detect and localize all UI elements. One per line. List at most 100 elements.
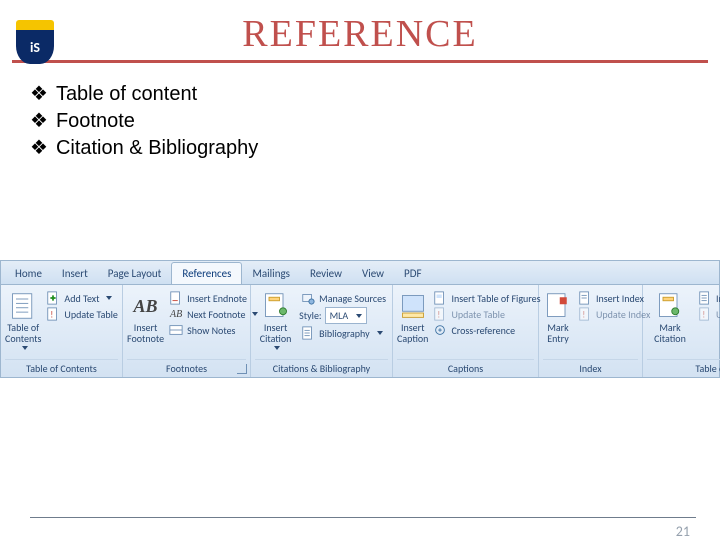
next-footnote-button[interactable]: AB Next Footnote <box>167 307 260 321</box>
ribbon-screenshot: Home Insert Page Layout References Maili… <box>0 260 720 378</box>
button-label: Show Notes <box>187 324 235 337</box>
refresh-icon: ! <box>698 307 712 321</box>
ribbon: Table of Contents Add Text ! <box>0 284 720 378</box>
button-label: Insert Index <box>596 292 644 305</box>
bibliography-button[interactable]: Bibliography <box>299 326 388 340</box>
list-item: ❖ Footnote <box>30 108 720 133</box>
list-item: ❖ Citation & Bibliography <box>30 135 720 160</box>
svg-text:!: ! <box>702 311 705 321</box>
tab-home[interactable]: Home <box>5 263 52 284</box>
button-label: Next Footnote <box>187 308 245 321</box>
update-toa-button[interactable]: ! Update Table <box>696 307 720 321</box>
cross-reference-button[interactable]: Cross-reference <box>431 323 542 337</box>
update-table-button[interactable]: ! Update Table <box>44 307 120 321</box>
button-label: Mark Entry <box>547 323 568 344</box>
button-label: Mark Citation <box>654 323 686 344</box>
insert-index-button[interactable]: Insert Index <box>576 291 652 305</box>
mark-entry-icon <box>543 291 573 321</box>
button-label: Update Table <box>451 308 505 321</box>
refresh-document-icon: ! <box>46 307 60 321</box>
manage-sources-button[interactable]: Manage Sources <box>299 291 388 305</box>
tab-review[interactable]: Review <box>300 263 352 284</box>
update-index-button[interactable]: ! Update Index <box>576 307 652 321</box>
tab-insert[interactable]: Insert <box>52 263 98 284</box>
endnote-icon <box>169 291 183 305</box>
button-label: Insert Table of Figures <box>451 292 540 305</box>
mark-citation-button[interactable]: Mark Citation <box>647 291 693 344</box>
button-label: Cross-reference <box>451 324 515 337</box>
ab-footnote-icon: AB <box>131 291 161 321</box>
bullet-text: Citation & Bibliography <box>56 137 258 160</box>
ribbon-tabs: Home Insert Page Layout References Maili… <box>0 260 720 284</box>
group-title: Citations & Bibliography <box>255 359 388 377</box>
bullet-icon: ❖ <box>30 108 48 133</box>
logo-body: iS <box>16 30 54 64</box>
tab-mailings[interactable]: Mailings <box>242 263 300 284</box>
tab-view[interactable]: View <box>352 263 394 284</box>
insert-toa-icon <box>698 291 712 305</box>
insert-footnote-button[interactable]: AB Insert Footnote <box>127 291 164 344</box>
tab-page-layout[interactable]: Page Layout <box>98 263 172 284</box>
svg-text:!: ! <box>582 311 585 321</box>
list-item: ❖ Table of content <box>30 81 720 106</box>
group-title: Index <box>543 359 638 377</box>
citation-style-field: Style: MLA <box>299 307 388 324</box>
tab-references[interactable]: References <box>171 262 242 284</box>
bullet-icon: ❖ <box>30 135 48 160</box>
caption-icon <box>398 291 428 321</box>
insert-endnote-button[interactable]: Insert Endnote <box>167 291 260 305</box>
svg-text:!: ! <box>51 311 54 321</box>
show-notes-icon <box>169 323 183 337</box>
update-table-of-figures-button[interactable]: ! Update Table <box>431 307 542 321</box>
group-captions: Insert Caption Insert Table of Figures ! <box>393 285 539 377</box>
next-icon: AB <box>169 307 183 321</box>
figures-list-icon <box>433 291 447 305</box>
table-of-contents-button[interactable]: Table of Contents <box>5 291 41 350</box>
svg-text:!: ! <box>438 311 441 321</box>
group-footnotes: AB Insert Footnote Insert Endnote AB N <box>123 285 251 377</box>
cross-reference-icon <box>433 323 447 337</box>
logo-shield: iS <box>16 20 54 66</box>
mark-entry-button[interactable]: Mark Entry <box>543 291 573 344</box>
tab-pdf[interactable]: PDF <box>394 263 432 284</box>
bullet-list: ❖ Table of content ❖ Footnote ❖ Citation… <box>30 81 720 160</box>
insert-table-of-figures-button[interactable]: Insert Table of Figures <box>431 291 542 305</box>
show-notes-button[interactable]: Show Notes <box>167 323 260 337</box>
button-label: Update Table <box>64 308 118 321</box>
insert-caption-button[interactable]: Insert Caption <box>397 291 428 344</box>
manage-sources-icon <box>301 291 315 305</box>
page-number: 21 <box>676 523 690 540</box>
button-label: Bibliography <box>319 327 369 340</box>
button-label: Insert Table of Authorities <box>716 292 720 305</box>
button-label: Insert Caption <box>397 323 428 344</box>
bullet-text: Table of content <box>56 83 197 106</box>
group-citations-bibliography: Insert Citation Manage Sources Style: <box>251 285 393 377</box>
group-title: Table of Contents <box>5 359 118 377</box>
document-list-icon <box>8 291 38 321</box>
add-text-button[interactable]: Add Text <box>44 291 120 305</box>
button-label: Add Text <box>64 292 99 305</box>
insert-citation-button[interactable]: Insert Citation <box>255 291 296 350</box>
bibliography-icon <box>301 326 315 340</box>
group-title: Table of Authorities <box>647 359 720 377</box>
insert-index-icon <box>578 291 592 305</box>
button-label: Insert Footnote <box>127 323 164 344</box>
bullet-icon: ❖ <box>30 81 48 106</box>
style-label: Style: <box>299 309 321 322</box>
button-label: Table of Contents <box>5 323 41 344</box>
button-label: Insert Endnote <box>187 292 247 305</box>
plus-document-icon <box>46 291 60 305</box>
button-label: Update Table <box>716 308 720 321</box>
page-title: REFERENCE <box>0 12 720 56</box>
dialog-launcher[interactable] <box>237 364 247 374</box>
group-table-of-authorities: Mark Citation Insert Table of Authoritie… <box>643 285 720 377</box>
button-label: Insert Citation <box>260 323 292 344</box>
insert-toa-button[interactable]: Insert Table of Authorities <box>696 291 720 305</box>
refresh-icon: ! <box>578 307 592 321</box>
refresh-icon: ! <box>433 307 447 321</box>
style-value: MLA <box>330 309 349 322</box>
style-dropdown[interactable]: MLA <box>325 307 367 324</box>
citation-icon <box>261 291 291 321</box>
footer-rule <box>30 517 696 518</box>
title-underline <box>12 60 708 63</box>
